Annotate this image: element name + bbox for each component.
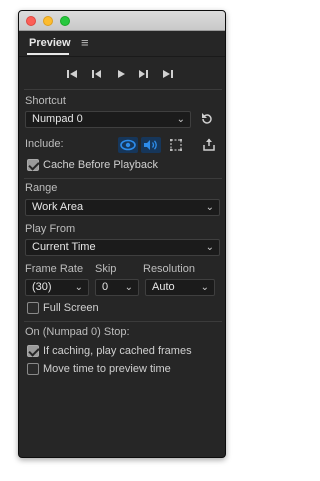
- include-toggles: [118, 137, 200, 153]
- tab-underline: [27, 53, 69, 55]
- play-from-label: Play From: [25, 223, 76, 235]
- range-label: Range: [25, 182, 58, 194]
- resolution-value: Auto: [152, 281, 175, 293]
- chevron-down-icon: ⌄: [176, 114, 185, 125]
- frame-rate-value: (30): [32, 281, 52, 293]
- reset-shortcut-icon[interactable]: [199, 111, 215, 127]
- play-from-dropdown[interactable]: Current Time ⌄: [25, 239, 220, 256]
- overlay-icon: [170, 139, 182, 151]
- skip-label: Skip: [95, 263, 117, 275]
- last-frame-icon[interactable]: [161, 67, 175, 81]
- chevron-down-icon: ⌄: [74, 282, 83, 293]
- shortcut-label: Shortcut: [25, 95, 66, 107]
- range-value: Work Area: [32, 201, 84, 213]
- panel-header: Preview ≡: [19, 31, 225, 57]
- first-frame-icon[interactable]: [65, 67, 79, 81]
- play-from-value: Current Time: [32, 241, 96, 253]
- transport-controls: [19, 67, 225, 83]
- chevron-down-icon: ⌄: [205, 202, 214, 213]
- move-time-checkbox[interactable]: [27, 363, 39, 375]
- close-window-button[interactable]: [26, 16, 36, 26]
- frame-rate-label: Frame Rate: [25, 263, 84, 275]
- frame-rate-dropdown[interactable]: (30) ⌄: [25, 279, 89, 296]
- export-icon[interactable]: [201, 137, 217, 153]
- include-label: Include:: [25, 138, 64, 150]
- full-screen-checkbox[interactable]: [27, 302, 39, 314]
- cache-before-playback-label: Cache Before Playback: [43, 159, 158, 171]
- speaker-icon: [144, 140, 157, 150]
- divider: [24, 321, 222, 322]
- include-video-toggle[interactable]: [118, 137, 138, 153]
- zoom-window-button[interactable]: [60, 16, 70, 26]
- next-frame-icon[interactable]: [137, 67, 151, 81]
- chevron-down-icon: ⌄: [124, 282, 133, 293]
- divider: [24, 178, 222, 179]
- divider: [24, 89, 222, 90]
- cache-before-playback-checkbox[interactable]: [27, 159, 39, 171]
- skip-value: 0: [102, 281, 109, 293]
- tab-preview[interactable]: Preview: [29, 37, 71, 49]
- chevron-down-icon: ⌄: [205, 242, 214, 253]
- if-caching-checkbox[interactable]: [27, 345, 39, 357]
- chevron-down-icon: ⌄: [200, 282, 209, 293]
- full-screen-label: Full Screen: [43, 302, 99, 314]
- minimize-window-button[interactable]: [43, 16, 53, 26]
- title-bar: [19, 11, 225, 31]
- if-caching-label: If caching, play cached frames: [43, 345, 192, 357]
- eye-icon: [120, 139, 136, 151]
- include-audio-toggle[interactable]: [141, 137, 161, 153]
- play-icon[interactable]: [114, 67, 128, 81]
- preview-window: Preview ≡ Shortcut Numpad 0 ⌄ Include: C…: [18, 10, 226, 458]
- resolution-dropdown[interactable]: Auto ⌄: [145, 279, 215, 296]
- previous-frame-icon[interactable]: [89, 67, 103, 81]
- shortcut-value: Numpad 0: [32, 113, 83, 125]
- stop-section-label: On (Numpad 0) Stop:: [25, 326, 130, 338]
- resolution-label: Resolution: [143, 263, 195, 275]
- move-time-label: Move time to preview time: [43, 363, 171, 375]
- skip-dropdown[interactable]: 0 ⌄: [95, 279, 139, 296]
- panel-menu-icon[interactable]: ≡: [81, 36, 89, 50]
- range-dropdown[interactable]: Work Area ⌄: [25, 199, 220, 216]
- shortcut-dropdown[interactable]: Numpad 0 ⌄: [25, 111, 191, 128]
- include-overlays-toggle[interactable]: [168, 137, 184, 153]
